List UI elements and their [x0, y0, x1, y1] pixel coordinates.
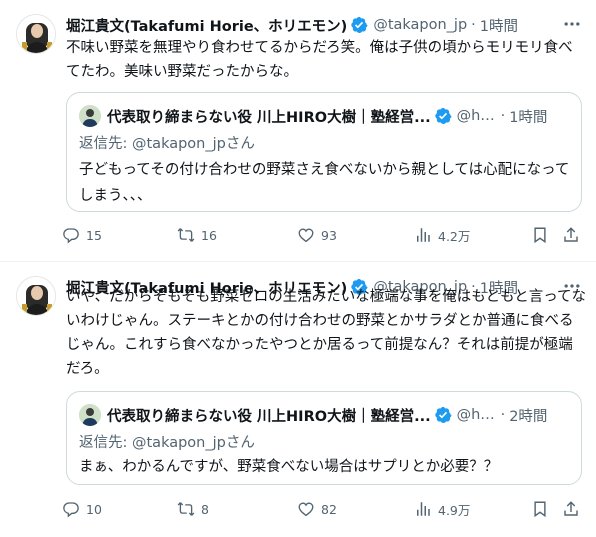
heart-icon — [297, 226, 315, 244]
tweet[interactable]: 堀江貴文(Takafumi Horie、ホリエモン) @takapon_jp ·… — [0, 262, 596, 537]
repost-count: 8 — [201, 501, 209, 517]
views-icon — [414, 226, 432, 244]
separator-dot: · — [500, 407, 506, 423]
like-button[interactable]: 93 — [297, 224, 337, 246]
like-count: 93 — [321, 227, 337, 243]
reply-button[interactable]: 10 — [62, 498, 102, 520]
bookmark-button[interactable] — [531, 498, 549, 520]
tweet[interactable]: 堀江貴文(Takafumi Horie、ホリエモン) @takapon_jp ·… — [0, 0, 596, 262]
tweet-text: 不味い野菜を無理やり食わせてるからだろ笑。俺は子供の頃からモリモリ食べてたわ。美… — [66, 40, 573, 80]
reply-count: 15 — [86, 227, 102, 243]
heart-icon — [297, 500, 315, 518]
reply-count: 10 — [86, 501, 102, 517]
quoted-author-handle: @hiro... — [456, 407, 497, 423]
more-icon[interactable] — [562, 16, 582, 32]
avatar[interactable] — [16, 14, 56, 54]
quoted-timestamp: 1時間 — [509, 109, 548, 126]
tweet-header: 堀江貴文(Takafumi Horie、ホリエモン) @takapon_jp ·… — [66, 14, 518, 36]
reply-icon — [62, 500, 80, 518]
bookmark-icon — [531, 500, 549, 518]
quoted-author-name: 代表取り締まらない役 川上HIRO大樹｜塾経営... — [107, 109, 431, 126]
verified-badge-icon — [434, 107, 452, 125]
repost-count: 16 — [201, 227, 217, 243]
quoted-avatar — [79, 105, 101, 127]
like-button[interactable]: 82 — [297, 498, 337, 520]
quoted-tweet-text: まぁ、わかるんですが、野菜食べない場合はサプリとか必要？？ — [79, 459, 499, 475]
repost-icon — [177, 226, 195, 244]
share-button[interactable] — [562, 498, 580, 520]
quoted-timestamp: 2時間 — [509, 408, 548, 425]
verified-badge-icon — [434, 406, 452, 424]
reply-button[interactable]: 15 — [62, 224, 102, 246]
timestamp[interactable]: 1時間 — [480, 15, 518, 36]
quoted-tweet-header: 代表取り締まらない役 川上HIRO大樹｜塾経営... @hiro... · 1時… — [79, 105, 571, 127]
quoted-avatar — [79, 404, 101, 426]
separator-dot: · — [500, 108, 506, 124]
avatar-image — [17, 15, 56, 54]
views-button[interactable]: 4.2万 — [414, 224, 470, 246]
quoted-tweet-text: 子どもってその付け合わせの野菜さえ食べないから親としては心配になってしまう、、、 — [79, 162, 570, 204]
bookmark-icon — [531, 226, 549, 244]
author-name[interactable]: 堀江貴文(Takafumi Horie、ホリエモン) — [66, 15, 347, 36]
reply-to-label: 返信先: @takapon_jpさん — [79, 136, 255, 152]
repost-button[interactable]: 8 — [177, 498, 209, 520]
share-icon — [562, 226, 580, 244]
reply-icon — [62, 226, 80, 244]
tweet-text: いや、だからそもそも野菜ゼロの生活みたいな極端な事を俺はもともと言ってないわけじ… — [66, 289, 586, 377]
share-icon — [562, 500, 580, 518]
views-count: 4.9万 — [438, 502, 471, 518]
like-count: 82 — [321, 501, 337, 517]
views-count: 4.2万 — [438, 228, 471, 244]
share-button[interactable] — [562, 224, 580, 246]
separator-dot: · — [471, 17, 476, 33]
repost-button[interactable]: 16 — [177, 224, 217, 246]
action-bar: 10 8 82 4.9万 — [62, 498, 588, 520]
reply-to-label: 返信先: @takapon_jpさん — [79, 435, 255, 451]
quoted-author-handle: @hiro... — [456, 108, 497, 124]
repost-icon — [177, 500, 195, 518]
quoted-author-name: 代表取り締まらない役 川上HIRO大樹｜塾経営... — [107, 408, 431, 425]
avatar[interactable] — [16, 276, 56, 316]
action-bar: 15 16 93 4.2万 — [62, 224, 588, 246]
author-handle[interactable]: @takapon_jp — [373, 17, 467, 33]
quoted-tweet[interactable]: 代表取り締まらない役 川上HIRO大樹｜塾経営... @hiro... · 2時… — [66, 391, 582, 485]
quoted-tweet-header: 代表取り締まらない役 川上HIRO大樹｜塾経営... @hiro... · 2時… — [79, 404, 571, 426]
bookmark-button[interactable] — [531, 224, 549, 246]
quoted-tweet[interactable]: 代表取り締まらない役 川上HIRO大樹｜塾経営... @hiro... · 1時… — [66, 92, 582, 212]
views-button[interactable]: 4.9万 — [414, 498, 470, 520]
verified-badge-icon — [350, 16, 368, 34]
views-icon — [414, 500, 432, 518]
avatar-image — [17, 277, 56, 316]
